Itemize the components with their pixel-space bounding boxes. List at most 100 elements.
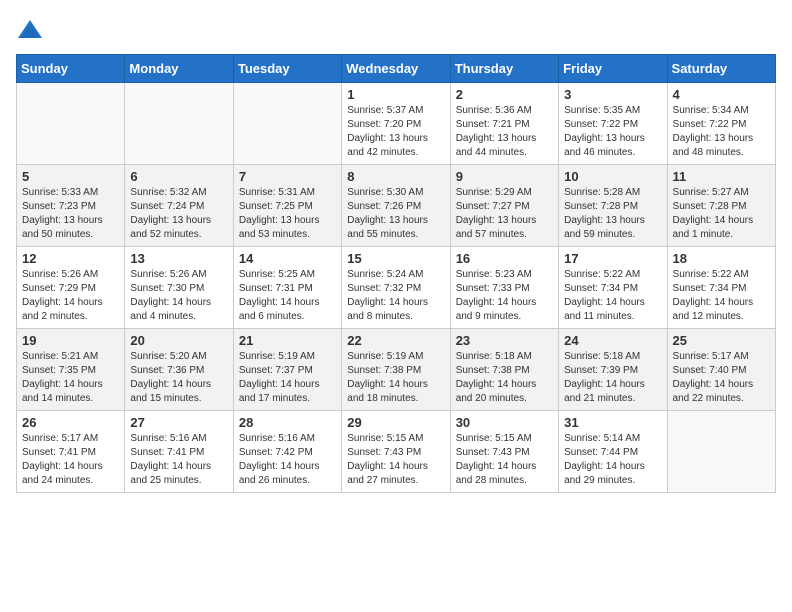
day-info: Sunrise: 5:31 AM Sunset: 7:25 PM Dayligh… [239,186,336,242]
calendar-week-row: 1Sunrise: 5:37 AM Sunset: 7:20 PM Daylig… [17,83,776,165]
day-number: 2 [456,87,553,102]
day-number: 23 [456,333,553,348]
day-number: 19 [22,333,119,348]
day-info: Sunrise: 5:18 AM Sunset: 7:39 PM Dayligh… [564,350,661,406]
day-info: Sunrise: 5:18 AM Sunset: 7:38 PM Dayligh… [456,350,553,406]
day-number: 20 [130,333,227,348]
calendar-cell: 23 Sunrise: 5:18 AM Sunset: 7:38 PM Dayli… [450,329,558,411]
calendar-cell [17,83,125,165]
calendar-cell: 11 Sunrise: 5:27 AM Sunset: 7:28 PM Dayli… [667,165,775,247]
calendar-week-row: 5 Sunrise: 5:33 AM Sunset: 7:23 PM Daylig… [17,165,776,247]
day-info: Sunrise: 5:16 AM Sunset: 7:42 PM Dayligh… [239,432,336,488]
calendar-cell: 3Sunrise: 5:35 AM Sunset: 7:22 PM Daylig… [559,83,667,165]
calendar-day-header: Sunday [17,55,125,83]
calendar-header-row: SundayMondayTuesdayWednesdayThursdayFrid… [17,55,776,83]
day-number: 29 [347,415,444,430]
calendar-cell [125,83,233,165]
calendar-cell: 13Sunrise: 5:26 AM Sunset: 7:30 PM Dayli… [125,247,233,329]
calendar-day-header: Monday [125,55,233,83]
day-number: 24 [564,333,661,348]
calendar-cell: 7 Sunrise: 5:31 AM Sunset: 7:25 PM Daylig… [233,165,341,247]
day-info: Sunrise: 5:25 AM Sunset: 7:31 PM Dayligh… [239,268,336,324]
calendar-table: SundayMondayTuesdayWednesdayThursdayFrid… [16,54,776,493]
day-number: 12 [22,251,119,266]
calendar-day-header: Thursday [450,55,558,83]
day-info: Sunrise: 5:19 AM Sunset: 7:37 PM Dayligh… [239,350,336,406]
day-number: 31 [564,415,661,430]
calendar-cell: 5 Sunrise: 5:33 AM Sunset: 7:23 PM Daylig… [17,165,125,247]
day-info: Sunrise: 5:30 AM Sunset: 7:26 PM Dayligh… [347,186,444,242]
day-info: Sunrise: 5:27 AM Sunset: 7:28 PM Dayligh… [673,186,770,242]
day-info: Sunrise: 5:21 AM Sunset: 7:35 PM Dayligh… [22,350,119,406]
calendar-cell: 10 Sunrise: 5:28 AM Sunset: 7:28 PM Dayli… [559,165,667,247]
calendar-cell: 25Sunrise: 5:17 AM Sunset: 7:40 PM Dayli… [667,329,775,411]
day-number: 27 [130,415,227,430]
calendar-cell: 17Sunrise: 5:22 AM Sunset: 7:34 PM Dayli… [559,247,667,329]
calendar-week-row: 26Sunrise: 5:17 AM Sunset: 7:41 PM Dayli… [17,411,776,493]
day-info: Sunrise: 5:19 AM Sunset: 7:38 PM Dayligh… [347,350,444,406]
calendar-day-header: Friday [559,55,667,83]
calendar-cell: 19 Sunrise: 5:21 AM Sunset: 7:35 PM Dayli… [17,329,125,411]
day-info: Sunrise: 5:34 AM Sunset: 7:22 PM Dayligh… [673,104,770,160]
day-info: Sunrise: 5:14 AM Sunset: 7:44 PM Dayligh… [564,432,661,488]
calendar-cell: 27 Sunrise: 5:16 AM Sunset: 7:41 PM Dayli… [125,411,233,493]
day-number: 28 [239,415,336,430]
calendar-cell: 14 Sunrise: 5:25 AM Sunset: 7:31 PM Dayli… [233,247,341,329]
calendar-cell [667,411,775,493]
day-number: 7 [239,169,336,184]
calendar-cell: 1Sunrise: 5:37 AM Sunset: 7:20 PM Daylig… [342,83,450,165]
day-number: 8 [347,169,444,184]
day-number: 9 [456,169,553,184]
logo [16,16,48,44]
day-info: Sunrise: 5:29 AM Sunset: 7:27 PM Dayligh… [456,186,553,242]
day-info: Sunrise: 5:23 AM Sunset: 7:33 PM Dayligh… [456,268,553,324]
day-info: Sunrise: 5:16 AM Sunset: 7:41 PM Dayligh… [130,432,227,488]
calendar-cell: 22 Sunrise: 5:19 AM Sunset: 7:38 PM Dayli… [342,329,450,411]
day-info: Sunrise: 5:36 AM Sunset: 7:21 PM Dayligh… [456,104,553,160]
day-info: Sunrise: 5:22 AM Sunset: 7:34 PM Dayligh… [673,268,770,324]
calendar-week-row: 19 Sunrise: 5:21 AM Sunset: 7:35 PM Dayli… [17,329,776,411]
day-info: Sunrise: 5:24 AM Sunset: 7:32 PM Dayligh… [347,268,444,324]
day-info: Sunrise: 5:28 AM Sunset: 7:28 PM Dayligh… [564,186,661,242]
day-number: 16 [456,251,553,266]
day-number: 14 [239,251,336,266]
day-info: Sunrise: 5:15 AM Sunset: 7:43 PM Dayligh… [456,432,553,488]
calendar-day-header: Wednesday [342,55,450,83]
day-number: 15 [347,251,444,266]
calendar-cell: 30 Sunrise: 5:15 AM Sunset: 7:43 PM Dayli… [450,411,558,493]
calendar-cell: 24 Sunrise: 5:18 AM Sunset: 7:39 PM Dayli… [559,329,667,411]
day-number: 22 [347,333,444,348]
calendar-cell: 8 Sunrise: 5:30 AM Sunset: 7:26 PM Daylig… [342,165,450,247]
calendar-cell: 4 Sunrise: 5:34 AM Sunset: 7:22 PM Daylig… [667,83,775,165]
day-number: 11 [673,169,770,184]
calendar-cell: 2 Sunrise: 5:36 AM Sunset: 7:21 PM Daylig… [450,83,558,165]
day-number: 21 [239,333,336,348]
calendar-cell: 18 Sunrise: 5:22 AM Sunset: 7:34 PM Dayli… [667,247,775,329]
day-info: Sunrise: 5:32 AM Sunset: 7:24 PM Dayligh… [130,186,227,242]
day-number: 5 [22,169,119,184]
calendar-cell: 12 Sunrise: 5:26 AM Sunset: 7:29 PM Dayli… [17,247,125,329]
calendar-cell: 9 Sunrise: 5:29 AM Sunset: 7:27 PM Daylig… [450,165,558,247]
calendar-cell: 28 Sunrise: 5:16 AM Sunset: 7:42 PM Dayli… [233,411,341,493]
day-info: Sunrise: 5:33 AM Sunset: 7:23 PM Dayligh… [22,186,119,242]
day-info: Sunrise: 5:35 AM Sunset: 7:22 PM Dayligh… [564,104,661,160]
day-number: 30 [456,415,553,430]
calendar-cell: 6 Sunrise: 5:32 AM Sunset: 7:24 PM Daylig… [125,165,233,247]
calendar-cell: 20Sunrise: 5:20 AM Sunset: 7:36 PM Dayli… [125,329,233,411]
calendar-cell: 26Sunrise: 5:17 AM Sunset: 7:41 PM Dayli… [17,411,125,493]
day-info: Sunrise: 5:22 AM Sunset: 7:34 PM Dayligh… [564,268,661,324]
calendar-day-header: Tuesday [233,55,341,83]
calendar-cell: 21 Sunrise: 5:19 AM Sunset: 7:37 PM Dayli… [233,329,341,411]
day-number: 10 [564,169,661,184]
day-number: 4 [673,87,770,102]
calendar-cell: 29Sunrise: 5:15 AM Sunset: 7:43 PM Dayli… [342,411,450,493]
day-number: 13 [130,251,227,266]
day-info: Sunrise: 5:37 AM Sunset: 7:20 PM Dayligh… [347,104,444,160]
day-number: 18 [673,251,770,266]
calendar-day-header: Saturday [667,55,775,83]
day-number: 6 [130,169,227,184]
logo-icon [16,16,44,44]
calendar-week-row: 12 Sunrise: 5:26 AM Sunset: 7:29 PM Dayli… [17,247,776,329]
day-info: Sunrise: 5:26 AM Sunset: 7:29 PM Dayligh… [22,268,119,324]
calendar-cell: 15 Sunrise: 5:24 AM Sunset: 7:32 PM Dayli… [342,247,450,329]
